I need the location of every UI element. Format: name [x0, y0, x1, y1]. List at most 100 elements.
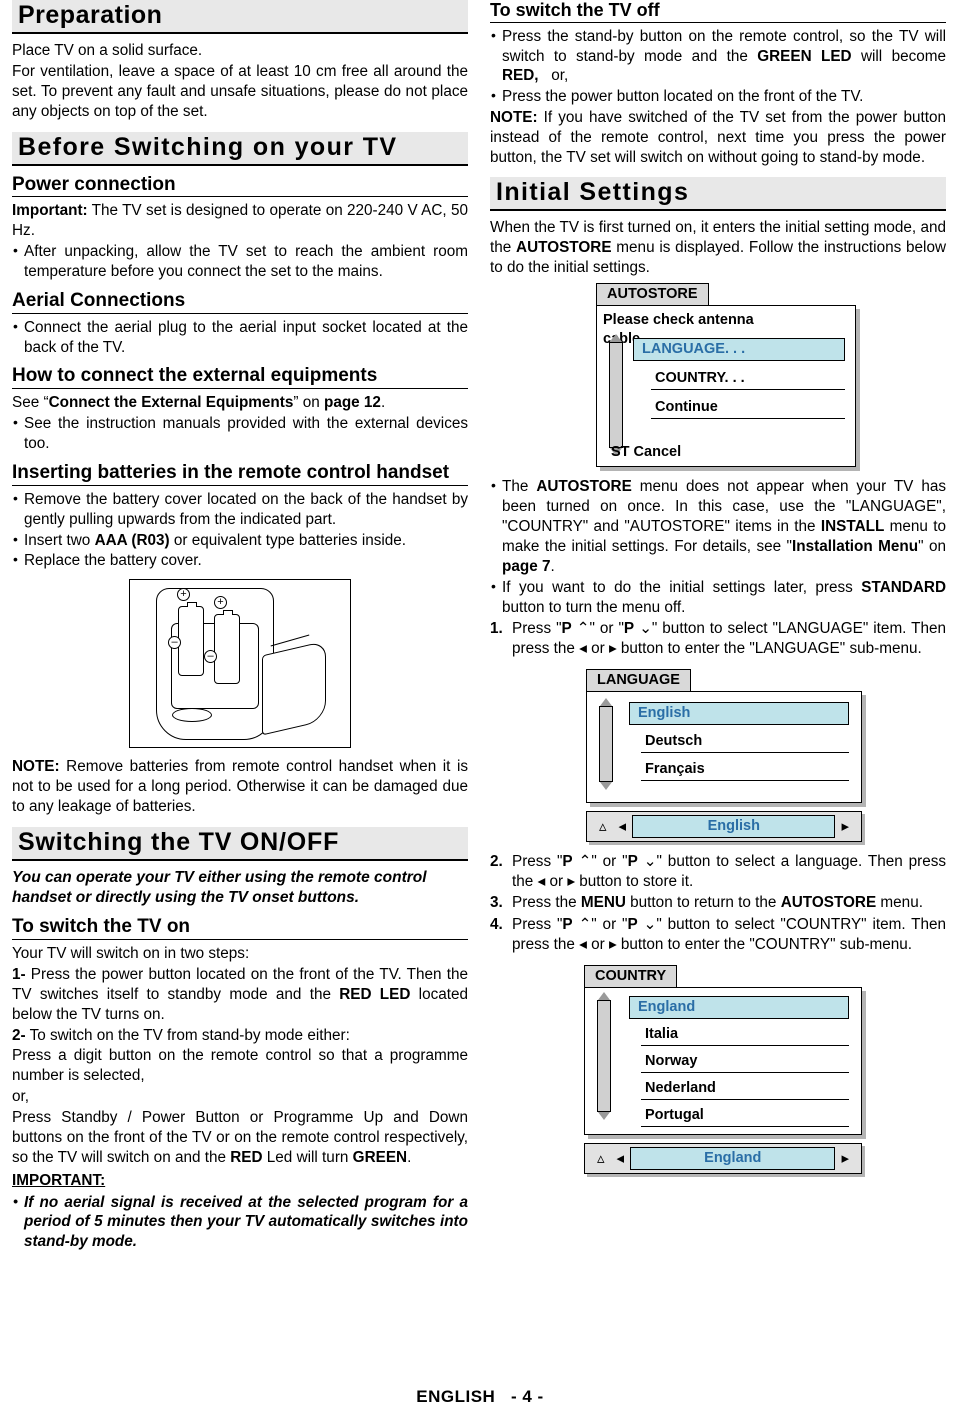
osd-country-select-bar[interactable]: ▵ ◂ England ▸	[584, 1142, 862, 1174]
step-1-a: Press "	[512, 619, 562, 637]
off-b1-bold2: RED,	[502, 67, 539, 85]
antenna-icon-lang: ▵	[599, 818, 607, 836]
external-see-mid: ” on	[293, 394, 324, 412]
remote-control-illustration: + + – –	[129, 579, 351, 749]
heading-inserting-batteries: Inserting batteries in the remote contro…	[12, 462, 468, 486]
osd-autostore-items: LANGUAGE. . . COUNTRY. . . Continue	[633, 338, 845, 420]
step-4-b: " or "	[591, 915, 628, 933]
tv-on-paragraph-3: Press Standby / Power Button or Programm…	[12, 1108, 468, 1168]
heading-to-switch-tv-off: To switch the TV off	[490, 0, 946, 23]
osd-language-selected-value[interactable]: English	[632, 814, 836, 838]
scroll-down-arrow-icon-country[interactable]	[598, 1111, 610, 1120]
tv-off-bullet-2: Press the power button located on the fr…	[490, 86, 946, 107]
osd-country-item-4[interactable]: Portugal	[641, 1105, 849, 1127]
osd-item-country[interactable]: COUNTRY. . .	[651, 368, 845, 391]
osd-language-scrollbar[interactable]	[599, 697, 613, 790]
tv-on-p3-bold2: GREEN	[352, 1148, 408, 1166]
osd-autostore-footer: ST Cancel	[611, 444, 682, 461]
osd-country-scrollbar[interactable]	[597, 991, 611, 1120]
right-arrow-icon-1: ▸	[608, 639, 617, 657]
right-arrow-icon-country[interactable]: ▸	[835, 1149, 855, 1167]
osd-item-continue[interactable]: Continue	[651, 397, 845, 420]
step-3-b: button to return to the	[625, 894, 781, 912]
step-1-mid: " or "	[589, 619, 624, 637]
osd-language-item-2[interactable]: Français	[641, 759, 849, 781]
battery-bullet-2: Insert two AAA (R03) or equivalent type …	[12, 530, 468, 551]
important-italic-text: If no aerial signal is received at the s…	[12, 1192, 468, 1253]
osd-autostore-scrollbar[interactable]	[609, 334, 623, 457]
step-3: 3. Press the MENU button to return to th…	[490, 893, 946, 913]
external-see-page: page 12	[323, 394, 381, 412]
step-2-p-up-label: P	[562, 852, 573, 870]
step-4-p-down-label: P	[627, 915, 638, 933]
left-arrow-icon-lang[interactable]: ◂	[613, 817, 633, 835]
osd-autostore-box: Please check antenna cable. LANGUAGE. . …	[596, 305, 856, 468]
initial-p-bold: AUTOSTORE	[516, 238, 612, 256]
page: Preparation Place TV on a solid surface.…	[0, 0, 960, 1415]
step-4-number: 4.	[490, 915, 503, 933]
heading-preparation: Preparation	[12, 0, 468, 34]
osd-country-item-3[interactable]: Nederland	[641, 1078, 849, 1100]
step-4-p-up-label: P	[562, 915, 573, 933]
battery-b2-post: or equivalent type batteries inside.	[169, 531, 407, 549]
scroll-down-arrow-icon-lang[interactable]	[600, 781, 612, 790]
step-1-c: or	[586, 639, 609, 657]
scroll-up-arrow-icon-lang[interactable]	[600, 697, 612, 706]
step-1-p-up: P	[561, 619, 572, 637]
step-4-d: or	[586, 935, 609, 953]
osd-country-box: England Italia Norway Nederland Portugal	[584, 986, 862, 1135]
heading-to-switch-tv-on: To switch the TV on	[12, 916, 468, 940]
tv-on-p3-bold: RED	[230, 1148, 263, 1166]
battery-bullet-1: Remove the battery cover located on the …	[12, 489, 468, 530]
off-b1-bold: GREEN LED	[757, 47, 852, 65]
battery-note-label: NOTE:	[12, 758, 60, 776]
down-arrow-icon-2: ⌄	[643, 852, 657, 870]
osd-country-items: England Italia Norway Nederland Portugal	[629, 995, 849, 1127]
important-label: IMPORTANT:	[12, 1171, 106, 1189]
b2-a: If you want to do the initial settings l…	[502, 578, 862, 596]
step-1-d: button to enter the "LANGUAGE" sub-menu.	[616, 639, 922, 657]
osd-country-item-0[interactable]: England	[629, 995, 849, 1019]
two-column-layout: Preparation Place TV on a solid surface.…	[12, 0, 948, 1253]
left-arrow-icon-country[interactable]: ◂	[611, 1149, 631, 1167]
tv-on-step-1: 1- Press the power button located on the…	[12, 965, 468, 1025]
b1-a: The	[502, 478, 537, 496]
osd-language-title: LANGUAGE	[586, 668, 691, 692]
heading-switching-on-off: Switching the TV ON/OFF	[12, 826, 468, 861]
power-important: Important: The TV set is designed to ope…	[12, 201, 468, 241]
scroll-up-arrow-icon[interactable]	[610, 334, 622, 343]
scroll-up-arrow-icon-country[interactable]	[598, 991, 610, 1000]
external-see-line: See “Connect the External Equipments” on…	[12, 393, 468, 413]
up-arrow-icon-1: ⌃	[576, 619, 590, 637]
off-note-text: If you have switched of the TV set from …	[490, 109, 946, 166]
off-note-label: NOTE:	[490, 109, 538, 127]
step-4: 4. Press "P ⌃" or "P ⌄" button to select…	[490, 915, 946, 955]
osd-country-title: COUNTRY	[584, 964, 678, 988]
osd-country: COUNTRY England Italia Norway Nederland …	[584, 964, 862, 1174]
battery-b2-bold: AAA (R03)	[94, 531, 170, 549]
heading-external-equipments: How to connect the external equipments	[12, 365, 468, 390]
down-arrow-icon-1: ⌄	[639, 619, 652, 637]
step-2-b: " or "	[591, 852, 628, 870]
right-arrow-icon-lang[interactable]: ▸	[835, 817, 855, 835]
prep-paragraph-2: For ventilation, leave a space of at lea…	[12, 62, 468, 120]
osd-language-item-1[interactable]: Deutsch	[641, 731, 849, 753]
tv-on-step2-text: To switch on the TV from stand-by mode e…	[25, 1026, 350, 1044]
osd-country-selected-value[interactable]: England	[630, 1146, 836, 1170]
external-see-end: .	[380, 394, 386, 412]
tv-on-paragraph-1: Your TV will switch on in two steps:	[12, 945, 250, 962]
osd-language-select-bar[interactable]: ▵ ◂ English ▸	[586, 810, 862, 842]
power-bullet: After unpacking, allow the TV set to rea…	[12, 241, 468, 282]
right-arrow-icon-3: ▸	[608, 935, 617, 953]
osd-item-language[interactable]: LANGUAGE. . .	[633, 338, 845, 362]
left-arrow-icon-1: ◂	[579, 639, 587, 657]
osd-country-item-1[interactable]: Italia	[641, 1024, 849, 1046]
battery-terminal-1	[187, 602, 197, 608]
off-b1-or: or,	[551, 67, 569, 85]
external-bullet: See the instruction manuals provided wit…	[12, 413, 468, 454]
b1-bold: AUTOSTORE	[536, 478, 632, 496]
step-3-bold2: AUTOSTORE	[780, 894, 877, 912]
osd-country-item-2[interactable]: Norway	[641, 1051, 849, 1073]
autostore-bullet-1: The AUTOSTORE menu does not appear when …	[490, 476, 946, 576]
osd-language-item-0[interactable]: English	[629, 701, 849, 725]
